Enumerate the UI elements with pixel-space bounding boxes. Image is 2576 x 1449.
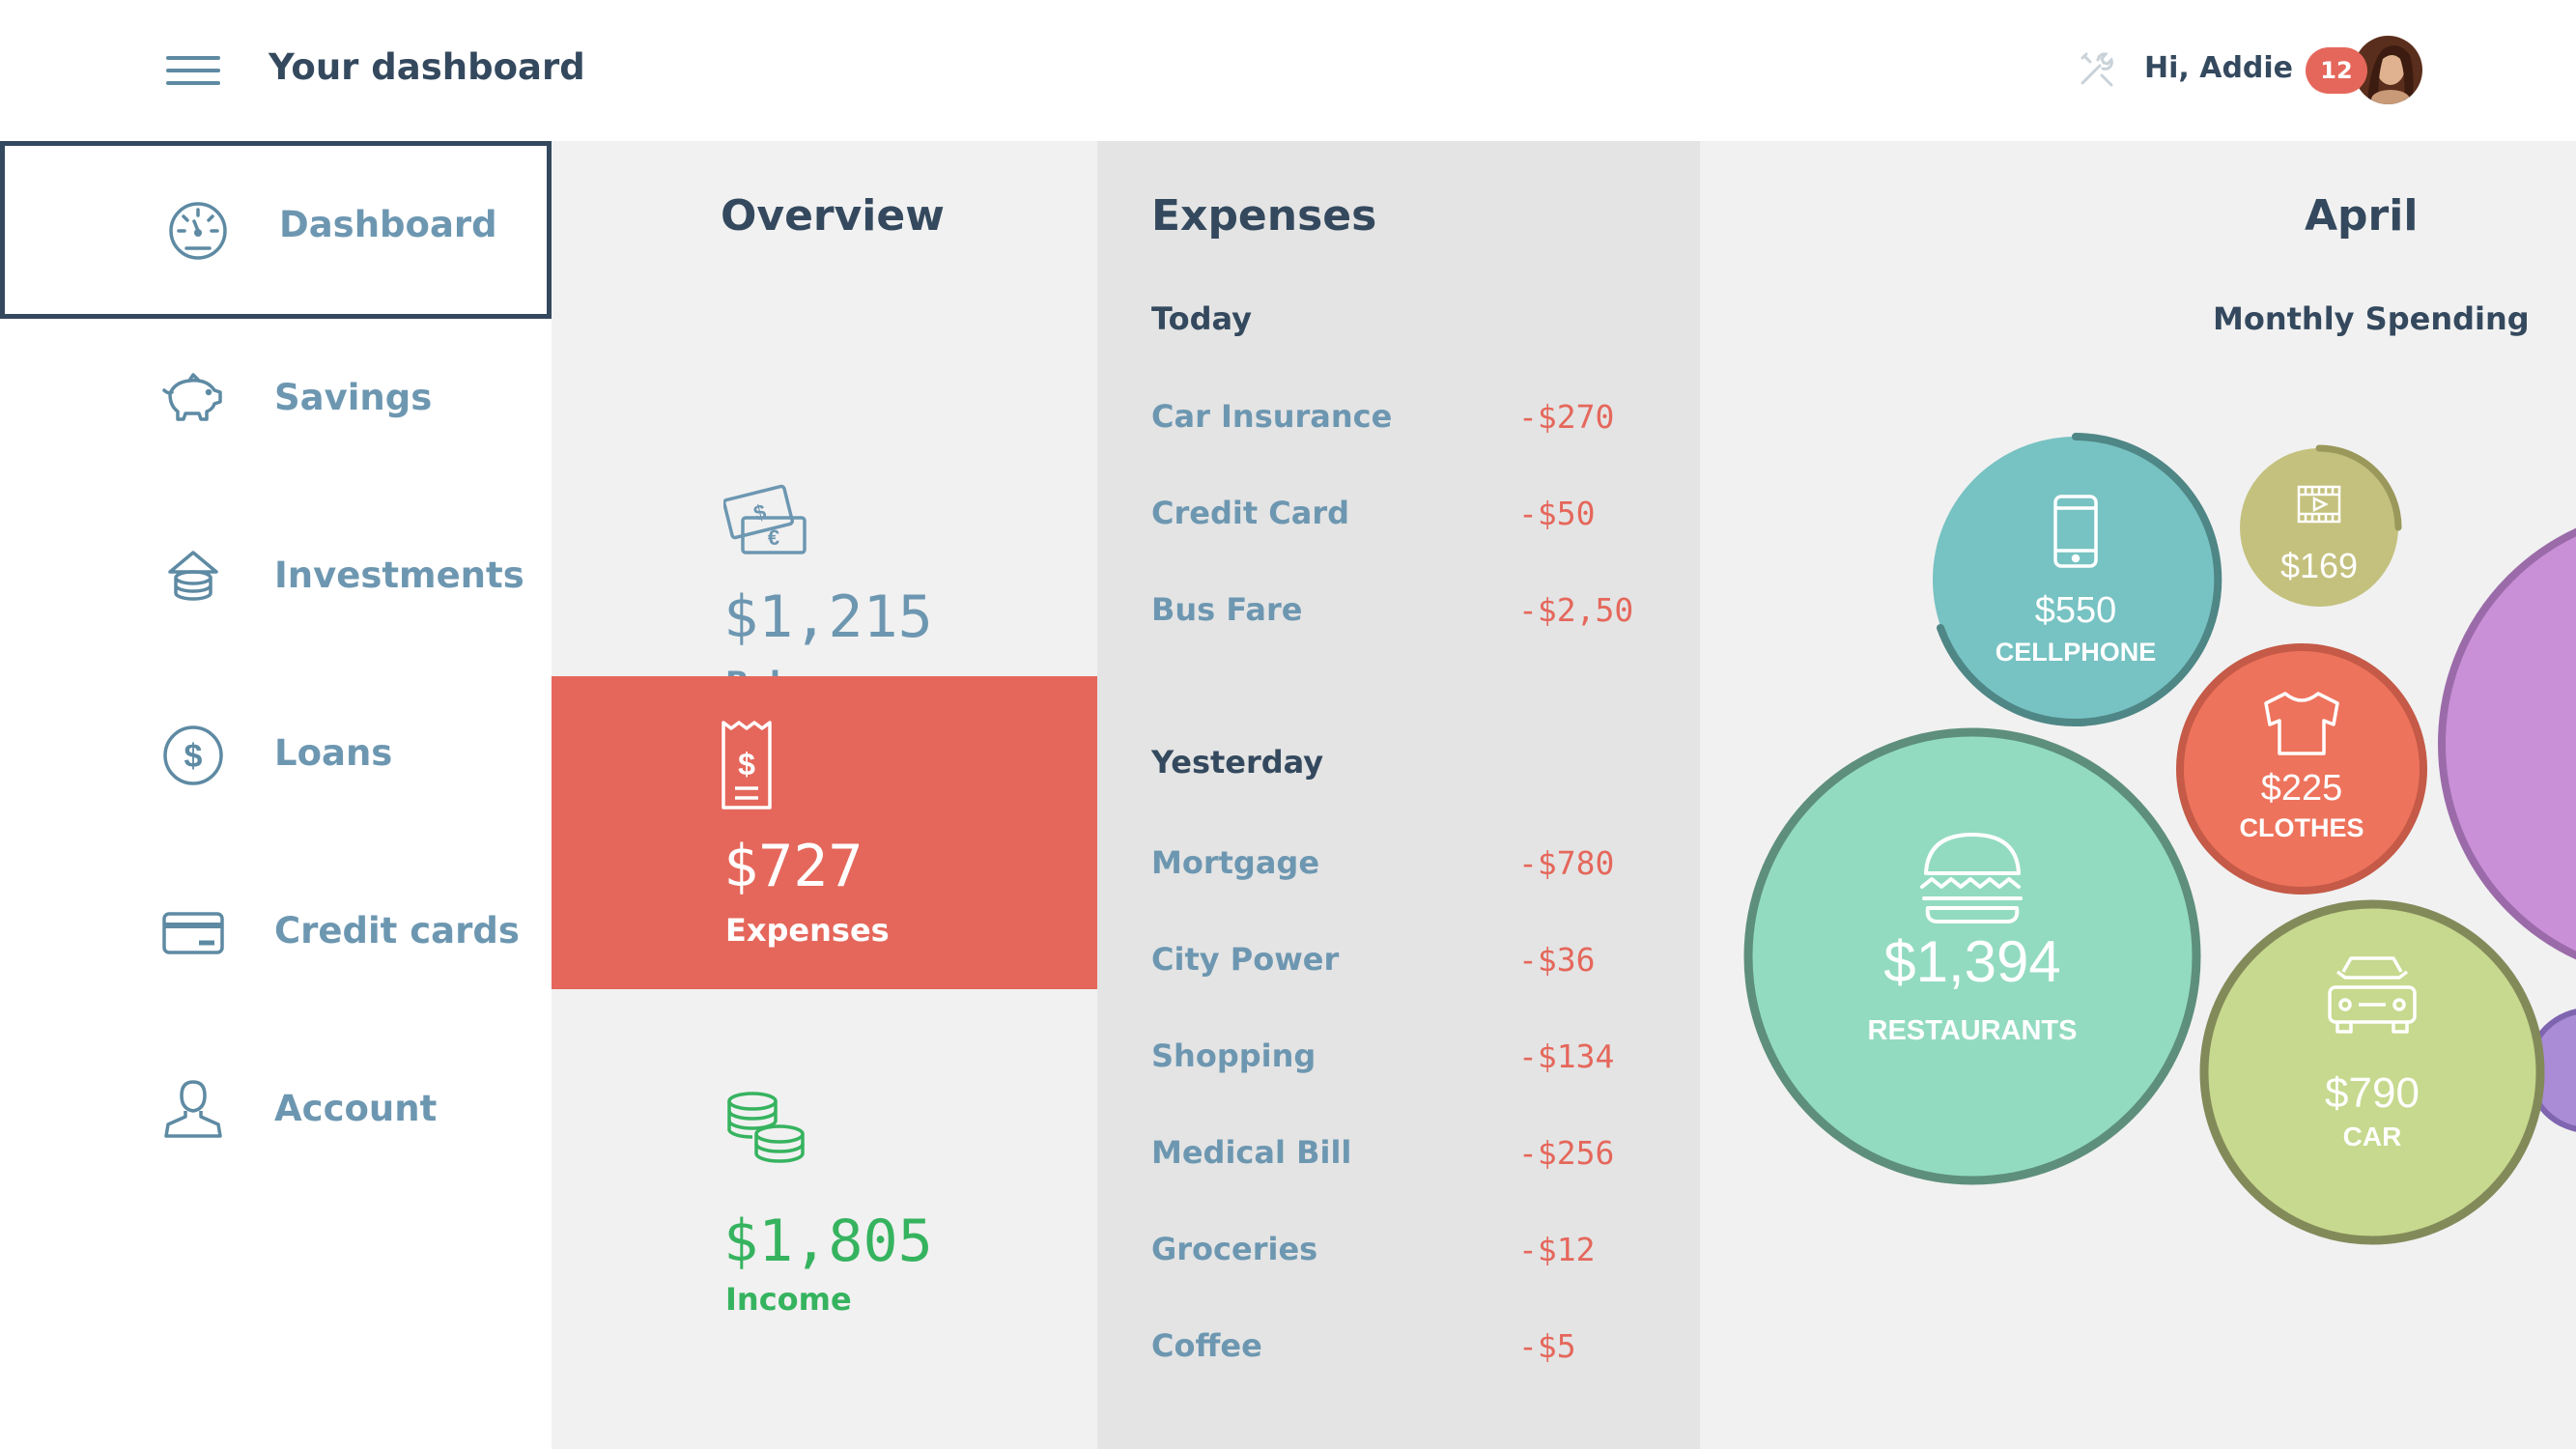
sidebar-item-label: Credit cards (274, 910, 520, 952)
expense-amount: -$5 (1518, 1327, 1576, 1365)
receipt-icon: $ (722, 721, 772, 810)
balance-amount: $1,215 (723, 583, 933, 651)
bubble-restaurants[interactable]: $1,394 RESTAURANTS (1743, 727, 2201, 1185)
svg-text:$: $ (751, 499, 769, 526)
bubble-restaurants-label: RESTAURANTS (1868, 1015, 2078, 1046)
svg-text:$: $ (738, 747, 755, 781)
top-bar: Your dashboard Hi, Addie 12 (0, 0, 2576, 141)
bubble-car[interactable]: $790 CAR (2199, 899, 2545, 1245)
overview-title: Overview (721, 191, 945, 241)
dollar-circle-icon: $ (163, 725, 223, 785)
partial-bubble-purple[interactable] (2438, 510, 2576, 978)
income-amount: $1,805 (723, 1208, 933, 1275)
expense-amount: -$12 (1518, 1231, 1596, 1268)
bubble-entertainment[interactable]: $169 (2240, 444, 2402, 607)
expense-amount: -$780 (1518, 844, 1615, 882)
sidebar-item-savings[interactable]: Savings (0, 319, 552, 497)
expense-name: Shopping (1151, 1037, 1316, 1074)
banknotes-icon: $ € (723, 484, 807, 554)
expense-amount: -$270 (1518, 398, 1615, 436)
expenses-title: Expenses (1151, 191, 1377, 241)
sidebar-item-credit-cards[interactable]: Credit cards (0, 852, 552, 1030)
bubble-cellphone[interactable]: $550 CELLPHONE (1933, 433, 2222, 726)
tools-icon[interactable] (2077, 50, 2115, 89)
expense-row[interactable]: Medical Bill -$256 (1151, 1134, 1673, 1182)
notification-badge[interactable]: 12 (2306, 47, 2367, 94)
sidebar-item-label: Investments (274, 554, 524, 596)
expense-name: Mortgage (1151, 844, 1320, 881)
svg-text:$: $ (184, 738, 203, 775)
sidebar-item-investments[interactable]: Investments (0, 497, 552, 674)
expense-row[interactable]: Credit Card -$50 (1151, 495, 1673, 543)
speedometer-icon (169, 202, 227, 260)
expense-name: Bus Fare (1151, 591, 1303, 628)
overview-panel: Overview $ € $1,215 Balance $ $727 Expen… (552, 141, 1097, 1449)
sidebar-item-label: Savings (274, 377, 433, 418)
bubble-car-label: CAR (2343, 1122, 2402, 1151)
coins-icon (727, 1092, 805, 1163)
expense-name: Medical Bill (1151, 1134, 1352, 1171)
coin-stack-house-icon (168, 551, 218, 601)
today-heading: Today (1151, 300, 1252, 337)
income-label: Income (725, 1281, 852, 1318)
bubble-clothes-label: CLOTHES (2239, 813, 2364, 842)
bubble-clothes-value: $225 (2261, 768, 2343, 809)
expense-amount: -$50 (1518, 495, 1596, 532)
expense-row[interactable]: City Power -$36 (1151, 941, 1673, 989)
sidebar-item-account[interactable]: Account (0, 1030, 552, 1208)
bubble-car-value: $790 (2325, 1069, 2420, 1117)
expense-row[interactable]: Shopping -$134 (1151, 1037, 1673, 1086)
yesterday-heading: Yesterday (1151, 744, 1324, 781)
expense-row[interactable]: Car Insurance -$270 (1151, 398, 1673, 446)
expense-row[interactable]: Bus Fare -$2,50 (1151, 591, 1673, 639)
expenses-card[interactable]: $ $727 Expenses (552, 676, 1097, 989)
bubble-restaurants-value: $1,394 (1883, 929, 2061, 994)
expense-name: City Power (1151, 941, 1340, 978)
page-title: Your dashboard (269, 46, 585, 88)
bubble-clothes[interactable]: $225 CLOTHES (2176, 643, 2427, 895)
greeting-text: Hi, Addie (2144, 51, 2294, 85)
sidebar-item-loans[interactable]: $ Loans (0, 674, 552, 852)
sidebar-item-label: Account (274, 1088, 438, 1129)
expense-name: Coffee (1151, 1327, 1262, 1364)
income-card[interactable]: $1,805 Income (552, 1088, 1097, 1378)
svg-text:€: € (768, 526, 779, 550)
sidebar-item-label: Dashboard (279, 204, 497, 245)
expense-name: Groceries (1151, 1231, 1318, 1267)
piggy-bank-icon (162, 373, 222, 421)
user-icon (164, 1080, 222, 1138)
expense-row[interactable]: Groceries -$12 (1151, 1231, 1673, 1279)
hamburger-menu-icon[interactable] (166, 54, 220, 87)
expense-row[interactable]: Coffee -$5 (1151, 1327, 1673, 1376)
sidebar-item-dashboard[interactable]: Dashboard (0, 141, 552, 319)
balance-card[interactable]: $ € $1,215 Balance (552, 334, 1097, 701)
expense-amount: -$36 (1518, 941, 1596, 979)
monthly-spending-panel: April Monthly Spending $550 CELLPHONE $1… (1700, 141, 2576, 1449)
expenses-amount: $727 (723, 833, 863, 900)
bubble-cellphone-label: CELLPHONE (1996, 638, 2157, 667)
expenses-panel: Expenses Today Car Insurance -$270 Credi… (1097, 141, 1700, 1449)
bubble-cellphone-value: $550 (2035, 590, 2117, 631)
bubble-entertainment-value: $169 (2280, 546, 2358, 585)
expense-name: Credit Card (1151, 495, 1350, 531)
expense-amount: -$2,50 (1518, 591, 1634, 629)
expense-amount: -$256 (1518, 1134, 1615, 1172)
sidebar-item-label: Loans (274, 732, 393, 774)
expense-amount: -$134 (1518, 1037, 1615, 1075)
expense-name: Car Insurance (1151, 398, 1393, 435)
credit-card-icon (162, 912, 224, 954)
sidebar: Dashboard Savings Investments $ Loans Cr… (0, 141, 552, 1449)
expense-row[interactable]: Mortgage -$780 (1151, 844, 1673, 893)
expenses-label: Expenses (725, 912, 890, 949)
